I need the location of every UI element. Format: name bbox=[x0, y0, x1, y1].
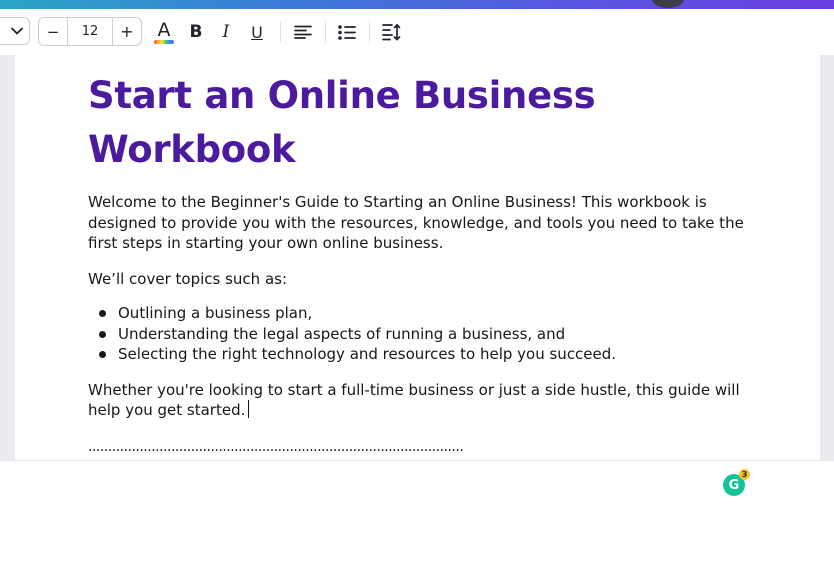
list-item[interactable]: Outlining a business plan, bbox=[88, 303, 748, 324]
bullet-list-icon bbox=[338, 24, 356, 40]
italic-button[interactable]: I bbox=[214, 19, 238, 45]
closing-text: Whether you're looking to start a full-t… bbox=[88, 380, 740, 420]
toolbar-divider bbox=[280, 21, 281, 43]
bullet-list-button[interactable] bbox=[334, 19, 360, 45]
text-toolbar: − 12 + A B I U bbox=[0, 9, 834, 56]
intro-paragraph[interactable]: Welcome to the Beginner's Guide to Start… bbox=[88, 192, 748, 254]
title-line-1: Start an Online Business bbox=[88, 74, 596, 117]
bullet-dot bbox=[99, 330, 106, 338]
bullet-dot bbox=[99, 351, 106, 358]
list-item[interactable]: Selecting the right technology and resou… bbox=[88, 344, 748, 365]
font-size-stepper: − 12 + bbox=[38, 17, 142, 46]
list-item[interactable]: Understanding the legal aspects of runni… bbox=[88, 324, 748, 345]
text-color-button[interactable]: A bbox=[152, 17, 176, 47]
decrease-font-size-button[interactable]: − bbox=[39, 18, 69, 45]
canvas-right-gutter bbox=[820, 55, 834, 460]
bold-button[interactable]: B bbox=[184, 19, 208, 45]
avatar[interactable] bbox=[652, 0, 684, 8]
bottom-panel bbox=[0, 460, 834, 570]
align-left-icon bbox=[294, 25, 312, 39]
line-spacing-icon bbox=[382, 23, 401, 41]
underline-button[interactable]: U bbox=[245, 19, 269, 45]
document-page[interactable]: Start an Online Business Workbook Welcom… bbox=[15, 55, 820, 460]
bullet-dot bbox=[99, 310, 106, 317]
list-item-text: Understanding the legal aspects of runni… bbox=[118, 324, 566, 343]
text-box[interactable]: Start an Online Business Workbook Welcom… bbox=[88, 69, 748, 455]
toolbar-divider bbox=[369, 21, 370, 43]
list-item-text: Outlining a business plan, bbox=[118, 304, 313, 322]
grammarly-icon: G bbox=[728, 477, 740, 493]
topics-list: Outlining a business plan, Understanding… bbox=[88, 303, 748, 365]
list-item-text: Selecting the right technology and resou… bbox=[118, 345, 617, 363]
top-gradient-bar bbox=[0, 0, 834, 9]
font-size-input[interactable]: 12 bbox=[68, 18, 111, 45]
document-title[interactable]: Start an Online Business Workbook bbox=[88, 69, 748, 177]
toolbar-divider bbox=[325, 21, 326, 43]
dotted-divider: ........................................… bbox=[88, 438, 464, 455]
closing-paragraph[interactable]: Whether you're looking to start a full-t… bbox=[88, 380, 748, 421]
chevron-down-icon bbox=[11, 27, 23, 35]
title-line-2: Workbook bbox=[88, 128, 296, 171]
grammarly-count-badge: 3 bbox=[739, 469, 750, 480]
text-cursor bbox=[248, 400, 250, 418]
rainbow-color-bar bbox=[154, 40, 174, 44]
align-left-button[interactable] bbox=[290, 19, 316, 45]
topics-lead[interactable]: We’ll cover topics such as: bbox=[88, 269, 748, 290]
increase-font-size-button[interactable]: + bbox=[111, 18, 141, 45]
font-dropdown[interactable] bbox=[0, 17, 30, 45]
line-spacing-button[interactable] bbox=[379, 19, 405, 45]
text-color-letter: A bbox=[157, 19, 171, 41]
grammarly-button[interactable]: G 3 bbox=[723, 469, 750, 496]
